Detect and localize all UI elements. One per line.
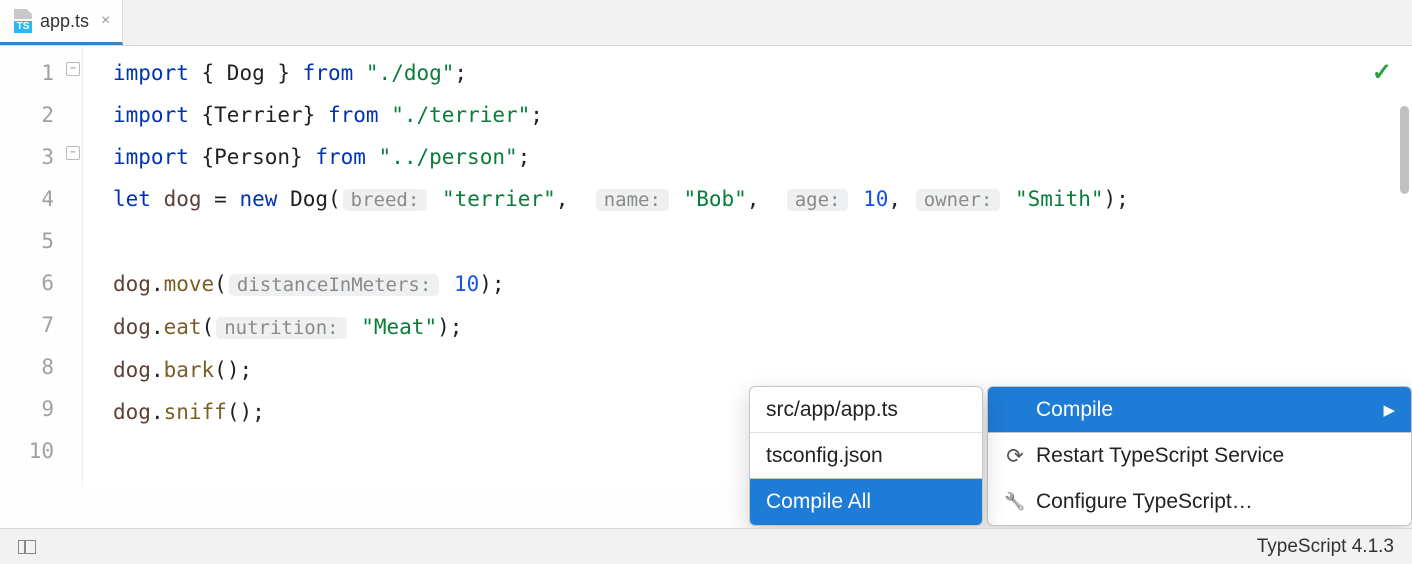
menu-item-compile-tsconfig[interactable]: tsconfig.json — [750, 433, 982, 479]
fold-icon[interactable]: − — [66, 62, 80, 76]
line-number: 10 — [0, 430, 54, 472]
menu-item-configure-ts[interactable]: Configure TypeScript… — [988, 479, 1411, 525]
line-number: 3 — [0, 136, 54, 178]
menu-label: Restart TypeScript Service — [1036, 444, 1395, 468]
line-number: 2 — [0, 94, 54, 136]
menu-item-restart-ts[interactable]: Restart TypeScript Service — [988, 433, 1411, 479]
line-number: 7 — [0, 304, 54, 346]
line-number: 4 — [0, 178, 54, 220]
check-icon[interactable]: ✓ — [1372, 58, 1392, 87]
menu-item-compile-file[interactable]: src/app/app.ts — [750, 387, 982, 433]
fold-icon[interactable]: − — [66, 146, 80, 160]
menu-item-compile[interactable]: Compile ▶ — [988, 387, 1411, 433]
panel-layout-icon[interactable] — [18, 540, 36, 554]
menu-label: src/app/app.ts — [766, 398, 898, 422]
line-number: 9 — [0, 388, 54, 430]
typescript-context-menu: Compile ▶ Restart TypeScript Service Con… — [987, 386, 1412, 526]
wrench-icon — [1004, 491, 1026, 513]
compile-submenu: src/app/app.ts tsconfig.json Compile All — [749, 386, 983, 526]
tab-bar: TS app.ts × — [0, 0, 1412, 46]
menu-label: Configure TypeScript… — [1036, 490, 1395, 514]
blank-icon — [1004, 399, 1026, 421]
tab-label: app.ts — [40, 11, 89, 32]
status-typescript-version[interactable]: TypeScript 4.1.3 — [1257, 536, 1394, 558]
line-number: 5 — [0, 220, 54, 262]
tab-app-ts[interactable]: TS app.ts × — [0, 0, 123, 45]
menu-label: Compile All — [766, 490, 871, 514]
status-bar: TypeScript 4.1.3 — [0, 528, 1412, 564]
menu-label: Compile — [1036, 398, 1373, 422]
close-icon[interactable]: × — [101, 12, 110, 30]
line-number: 8 — [0, 346, 54, 388]
gutter: 1 2 3 4 5 6 7 8 9 10 − − — [0, 46, 82, 486]
scrollbar-thumb[interactable] — [1400, 106, 1409, 194]
line-number: 1 — [0, 52, 54, 94]
ts-file-icon: TS — [12, 9, 34, 33]
refresh-icon — [1004, 445, 1026, 467]
menu-item-compile-all[interactable]: Compile All — [750, 479, 982, 525]
chevron-right-icon: ▶ — [1383, 401, 1395, 419]
menu-label: tsconfig.json — [766, 444, 883, 468]
line-number: 6 — [0, 262, 54, 304]
